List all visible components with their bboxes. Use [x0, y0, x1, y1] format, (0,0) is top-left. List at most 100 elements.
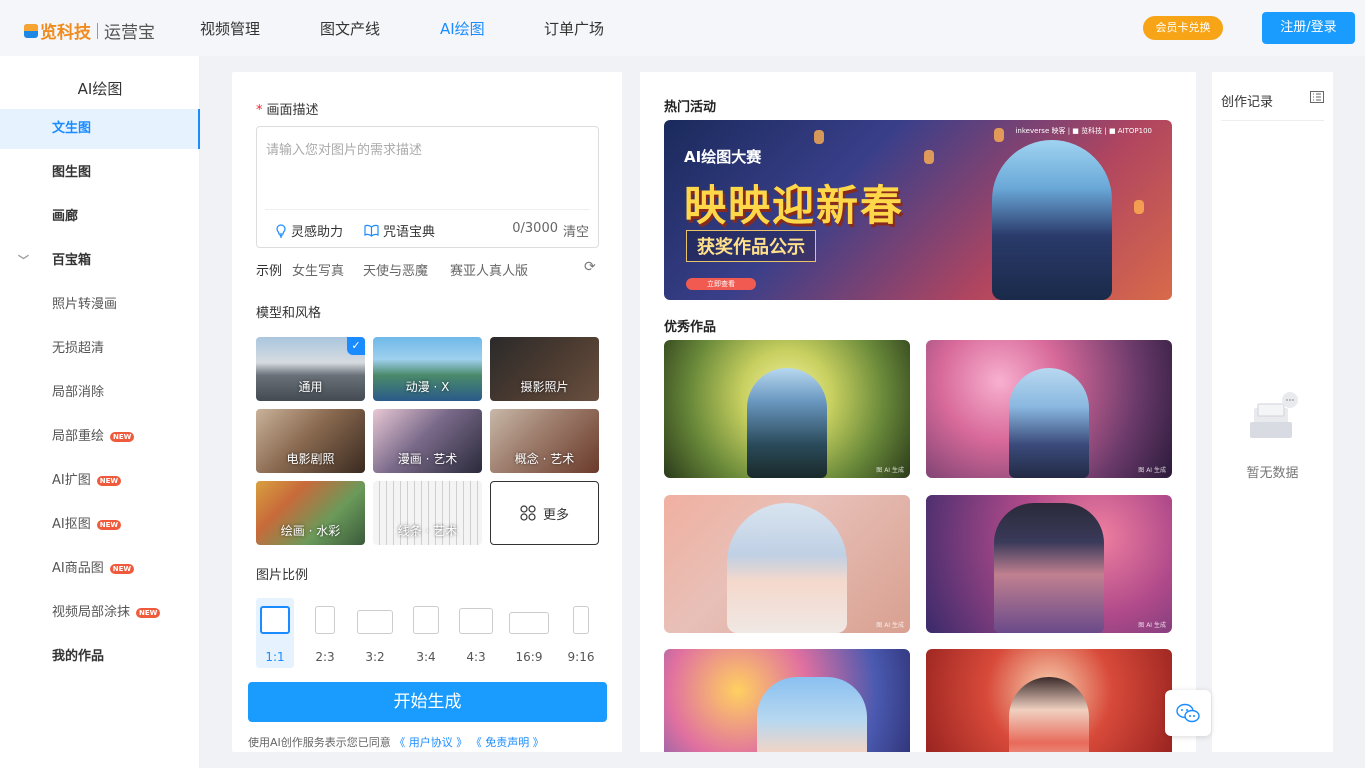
- nav-order-plaza[interactable]: 订单广场: [544, 18, 604, 39]
- sidebar-item-toolbox[interactable]: ﹀ 百宝箱: [0, 241, 200, 281]
- logo-mark-icon: [24, 23, 38, 38]
- banner-title: 映映迎新春: [684, 181, 905, 230]
- sidebar-item-local-repaint[interactable]: 局部重绘 NEW: [0, 417, 200, 457]
- sidebar-item-text-to-image[interactable]: 文生图: [0, 109, 200, 149]
- example-chip[interactable]: 女生写真: [292, 260, 344, 279]
- sidebar-item-ai-cutout[interactable]: AI抠图 NEW: [0, 505, 200, 545]
- ratio-label: 图片比例: [256, 568, 309, 583]
- nav-video-management[interactable]: 视频管理: [200, 18, 260, 39]
- spell-book-label: 咒语宝典: [383, 225, 436, 240]
- banner-subtitle: AI绘图大赛: [684, 148, 762, 166]
- style-tile-concept[interactable]: 概念 · 艺术: [490, 409, 599, 473]
- banner-prize-text: 获奖作品公示: [686, 230, 816, 262]
- sidebar-item-label: 无损超清: [52, 341, 105, 356]
- logo-brand: 览科技: [40, 23, 91, 43]
- work-thumbnail[interactable]: [664, 649, 910, 752]
- sidebar-item-video-local-smear[interactable]: 视频局部涂抹 NEW: [0, 593, 200, 633]
- empty-box-icon: [1250, 392, 1298, 438]
- watermark: 图 AI 生成: [1138, 622, 1166, 629]
- sidebar-item-label: 局部重绘: [52, 429, 105, 444]
- agreement-prefix: 使用AI创作服务表示您已同意: [248, 736, 391, 749]
- style-tile-film[interactable]: 电影剧照: [256, 409, 365, 473]
- ratio-option-3-2[interactable]: 3:2: [356, 598, 394, 668]
- sidebar-item-image-to-image[interactable]: 图生图: [0, 153, 200, 193]
- login-button[interactable]: 注册/登录: [1262, 12, 1355, 44]
- ratio-option-4-3[interactable]: 4:3: [457, 598, 495, 668]
- vip-redeem-button[interactable]: 会员卡兑换: [1143, 16, 1223, 40]
- example-chip[interactable]: 天使与恶魔: [363, 260, 428, 279]
- ratio-label-text: 16:9: [515, 650, 543, 664]
- style-tile-general[interactable]: ✓ 通用: [256, 337, 365, 401]
- sidebar-item-label: 局部消除: [52, 385, 105, 400]
- ratio-label-text: 4:3: [466, 650, 486, 664]
- nav-article-production[interactable]: 图文产线: [320, 18, 380, 39]
- sidebar-item-ai-product-image[interactable]: AI商品图 NEW: [0, 549, 200, 589]
- textarea-divider: [265, 209, 590, 210]
- list-icon-svg: [1310, 91, 1324, 103]
- new-badge: NEW: [96, 475, 122, 486]
- sidebar-item-label: 画廊: [52, 209, 79, 224]
- sidebar-item-my-works[interactable]: 我的作品: [0, 637, 200, 677]
- excellent-works-title: 优秀作品: [664, 320, 717, 335]
- ratio-option-9-16[interactable]: 9:16: [562, 598, 600, 668]
- disclaimer-link[interactable]: 《 免责声明 》: [471, 736, 544, 749]
- sidebar-item-gallery[interactable]: 画廊: [0, 197, 200, 237]
- inspire-label: 灵感助力: [291, 225, 344, 240]
- new-badge: NEW: [96, 519, 122, 530]
- work-thumbnail[interactable]: 图 AI 生成: [664, 495, 910, 633]
- sidebar-item-ai-outpaint[interactable]: AI扩图 NEW: [0, 461, 200, 501]
- spell-book-button[interactable]: 咒语宝典: [364, 221, 435, 240]
- sidebar-item-label: 文生图: [52, 121, 92, 136]
- sidebar-title: AI绘图: [77, 80, 123, 98]
- more-styles-button[interactable]: 更多: [490, 481, 599, 545]
- style-tile-label: 电影剧照: [286, 452, 335, 466]
- generate-button[interactable]: 开始生成: [248, 682, 607, 722]
- new-badge: NEW: [136, 607, 161, 618]
- style-tile-comic[interactable]: 漫画 · 艺术: [373, 409, 482, 473]
- example-chip[interactable]: 赛亚人真人版: [450, 260, 528, 279]
- style-tile-photography[interactable]: 摄影照片: [490, 337, 599, 401]
- style-tile-label: 动漫 · X: [405, 380, 450, 394]
- banner-logos: inkeverse 映客 | ■ 览科技 | ■ AITOP100: [1015, 127, 1152, 135]
- work-thumbnail[interactable]: 图 AI 生成: [664, 340, 910, 478]
- clear-button[interactable]: 清空: [563, 221, 589, 240]
- style-tile-anime[interactable]: 动漫 · X: [373, 337, 482, 401]
- banner-view-button[interactable]: 立即查看: [686, 278, 756, 290]
- work-thumbnail[interactable]: 图 AI 生成: [926, 495, 1172, 633]
- refresh-icon[interactable]: ⟳: [584, 259, 596, 275]
- work-thumbnail[interactable]: [926, 649, 1172, 752]
- logo[interactable]: 览科技 运营宝: [24, 18, 155, 43]
- hot-activity-title: 热门活动: [664, 100, 717, 115]
- customer-service-button[interactable]: [1165, 690, 1211, 736]
- nav-ai-drawing[interactable]: AI绘图: [440, 18, 485, 39]
- records-title: 创作记录: [1221, 95, 1274, 110]
- work-thumbnail[interactable]: 图 AI 生成: [926, 340, 1172, 478]
- style-tile-line-art[interactable]: 线条 · 艺术: [373, 481, 482, 545]
- lightbulb-icon: [276, 223, 286, 238]
- desc-label-text: 画面描述: [266, 103, 319, 118]
- inspire-button[interactable]: 灵感助力: [275, 221, 343, 240]
- ratio-option-2-3[interactable]: 2:3: [306, 598, 344, 668]
- list-icon[interactable]: [1310, 91, 1324, 107]
- style-label: 模型和风格: [256, 306, 322, 321]
- style-tile-label: 线条 · 艺术: [397, 524, 458, 538]
- watermark: 图 AI 生成: [876, 467, 904, 474]
- sidebar-item-lossless-upscale[interactable]: 无损超清: [0, 329, 200, 369]
- empty-text: 暂无数据: [1246, 466, 1299, 481]
- description-textarea[interactable]: 请输入您对图片的需求描述 灵感助力 咒语宝典 0/3000 清空: [256, 126, 599, 248]
- ratio-option-16-9[interactable]: 16:9: [508, 598, 550, 668]
- sidebar-item-local-erase[interactable]: 局部消除: [0, 373, 200, 413]
- sidebar-item-photo-to-comic[interactable]: 照片转漫画: [0, 285, 200, 325]
- chevron-down-icon: ﹀: [18, 254, 29, 267]
- activity-banner[interactable]: inkeverse 映客 | ■ 览科技 | ■ AITOP100 AI绘图大赛…: [664, 120, 1172, 300]
- top-header: 览科技 运营宝 视频管理 图文产线 AI绘图 订单广场 会员卡兑换 注册/登录: [0, 0, 1365, 56]
- ratio-option-3-4[interactable]: 3:4: [407, 598, 445, 668]
- user-agreement-link[interactable]: 《 用户协议 》: [394, 736, 467, 749]
- ratio-option-1-1[interactable]: 1:1: [256, 598, 294, 668]
- watermark: 图 AI 生成: [876, 622, 904, 629]
- char-counter: 0/3000: [512, 221, 558, 236]
- banner-character-image: [992, 140, 1112, 300]
- style-tile-label: 漫画 · 艺术: [397, 452, 458, 466]
- sidebar-item-label: AI抠图: [52, 517, 91, 532]
- style-tile-watercolor[interactable]: 绘画 · 水彩: [256, 481, 365, 545]
